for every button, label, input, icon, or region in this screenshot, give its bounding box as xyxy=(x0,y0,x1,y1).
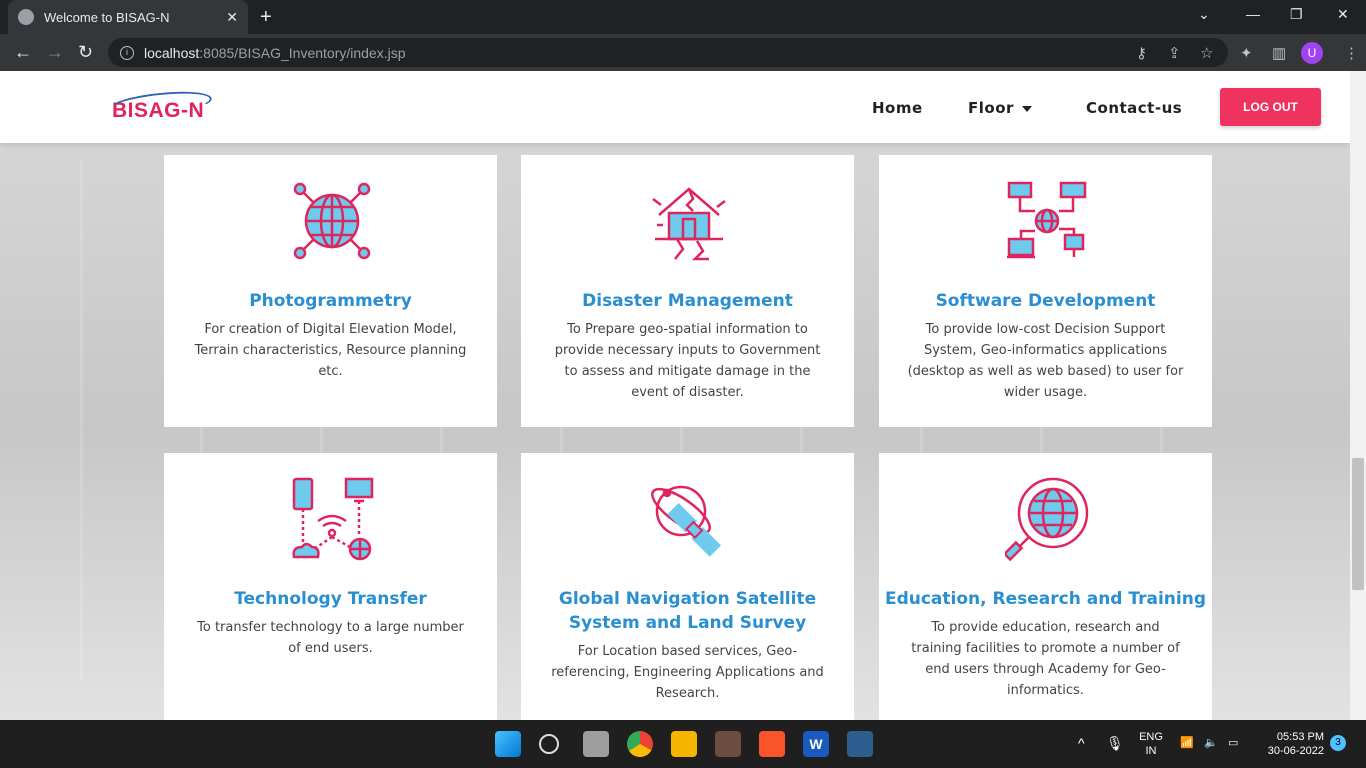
restore-icon[interactable]: ❐ xyxy=(1290,6,1303,23)
reload-icon[interactable]: ↻ xyxy=(78,42,93,63)
page-viewport: BISAG-N Home Floor Contact-us LOG OUT Ph… xyxy=(0,71,1350,720)
battery-icon[interactable]: ▭ xyxy=(1228,736,1238,750)
language-line-1: ENG xyxy=(1139,731,1163,743)
globe-network-icon xyxy=(293,182,371,260)
browser-tab-strip: Welcome to BISAG-N ✕ + ⌄ — ❐ ✕ xyxy=(0,0,1366,34)
card-title: Technology Transfer xyxy=(234,589,427,609)
service-card-technology-transfer: Technology Transfer To transfer technolo… xyxy=(164,453,497,720)
microphone-icon[interactable]: 🎙 xyxy=(1106,736,1124,750)
chrome-icon[interactable] xyxy=(627,731,653,757)
browser-tab[interactable]: Welcome to BISAG-N ✕ xyxy=(8,0,248,34)
windows-taskbar: W ^ 🎙 ENG IN 📶 🔈 ▭ 05:53 PM 30-06-2022 xyxy=(0,720,1366,768)
language-line-2: IN xyxy=(1145,745,1157,757)
page-scrollbar[interactable] xyxy=(1350,71,1366,720)
card-description: For creation of Digital Elevation Model,… xyxy=(194,322,467,379)
tab-title: Welcome to BISAG-N xyxy=(44,9,170,25)
share-icon[interactable]: ⇪ xyxy=(1168,44,1181,62)
wifi-icon[interactable]: 📶 xyxy=(1180,736,1194,750)
browser-toolbar: ← → ↻ i localhost :8085/BISAG_Inventory/… xyxy=(0,34,1366,71)
globe-favicon-icon xyxy=(18,9,34,25)
minimize-icon[interactable]: — xyxy=(1246,6,1260,22)
menu-kebab-icon[interactable]: ⋮ xyxy=(1344,44,1359,62)
bookmark-star-icon[interactable]: ☆ xyxy=(1200,44,1213,62)
app-icon[interactable] xyxy=(715,731,741,757)
service-card-photogrammetry: Photogrammetry For creation of Digital E… xyxy=(164,155,497,427)
nav-floor-dropdown[interactable]: Floor xyxy=(968,99,1032,117)
card-title: Photogrammetry xyxy=(249,291,412,311)
card-title: Software Development xyxy=(935,291,1156,311)
nav-home-link[interactable]: Home xyxy=(872,99,923,117)
satellite-orbit-icon xyxy=(651,485,722,557)
card-description: To transfer technology to a large number… xyxy=(197,620,464,656)
search-icon[interactable] xyxy=(539,734,559,754)
nav-contact-link[interactable]: Contact-us xyxy=(1086,99,1182,117)
service-card-disaster-management: Disaster Management To Prepare geo-spati… xyxy=(521,155,854,427)
card-description: To provide low-cost Decision Support Sys… xyxy=(907,322,1184,400)
globe-magnifier-icon xyxy=(1005,477,1089,561)
window-close-icon[interactable]: ✕ xyxy=(1337,6,1349,23)
address-bar[interactable]: i localhost :8085/BISAG_Inventory/index.… xyxy=(108,38,1228,67)
device-transfer-icon xyxy=(292,477,374,561)
card-description: To provide education, research and train… xyxy=(911,620,1180,698)
brave-icon[interactable] xyxy=(759,731,785,757)
eclipse-icon[interactable] xyxy=(847,731,873,757)
damaged-house-icon xyxy=(652,187,726,261)
clock-date: 30-06-2022 xyxy=(1267,745,1324,757)
start-windows-icon[interactable] xyxy=(495,731,521,757)
notification-badge[interactable]: 3 xyxy=(1330,735,1346,751)
file-explorer-icon[interactable] xyxy=(671,731,697,757)
forward-arrow-icon[interactable]: → xyxy=(46,42,64,63)
site-header: BISAG-N Home Floor Contact-us LOG OUT xyxy=(0,71,1350,143)
url-path: :8085/BISAG_Inventory/index.jsp xyxy=(199,44,406,61)
card-title: Education, Research and Training xyxy=(884,589,1207,609)
card-description: To Prepare geo-spatial information to pr… xyxy=(554,322,821,400)
key-icon[interactable]: ⚷ xyxy=(1136,44,1147,62)
bisag-logo[interactable]: BISAG-N xyxy=(107,87,213,123)
card-description: For Location based services, Geo-referen… xyxy=(551,644,824,701)
extensions-icon[interactable]: ✦ xyxy=(1240,44,1253,62)
card-title: Disaster Management xyxy=(582,291,793,311)
clock[interactable]: 05:53 PM 30-06-2022 xyxy=(1258,730,1324,758)
language-indicator[interactable]: ENG IN xyxy=(1136,730,1166,758)
service-card-software-development: Software Development To provide low-cost… xyxy=(879,155,1212,427)
chevron-up-icon[interactable]: ^ xyxy=(1078,736,1085,750)
caret-down-icon xyxy=(1021,105,1032,112)
card-title: Global Navigation Satellite System and L… xyxy=(558,589,817,633)
tab-close-icon[interactable]: ✕ xyxy=(226,9,238,26)
service-card-gnss-land-survey: Global Navigation Satellite System and L… xyxy=(521,453,854,720)
computer-network-icon xyxy=(1007,181,1087,259)
clock-time: 05:53 PM xyxy=(1276,731,1324,743)
task-view-icon[interactable] xyxy=(583,731,609,757)
site-info-icon[interactable]: i xyxy=(120,45,134,60)
url-host: localhost xyxy=(144,44,200,61)
side-panel-icon[interactable]: ▥ xyxy=(1272,44,1286,62)
new-tab-button[interactable]: + xyxy=(260,6,272,29)
scrollbar-thumb[interactable] xyxy=(1352,458,1364,590)
volume-icon[interactable]: 🔈 xyxy=(1204,736,1218,750)
tab-search-icon[interactable]: ⌄ xyxy=(1198,6,1210,23)
nav-floor-label: Floor xyxy=(968,99,1014,117)
logout-button[interactable]: LOG OUT xyxy=(1220,88,1321,126)
service-card-education-research: Education, Research and Training To prov… xyxy=(879,453,1212,720)
back-arrow-icon[interactable]: ← xyxy=(14,42,32,63)
word-icon[interactable]: W xyxy=(803,731,829,757)
profile-avatar[interactable]: U xyxy=(1301,42,1323,64)
